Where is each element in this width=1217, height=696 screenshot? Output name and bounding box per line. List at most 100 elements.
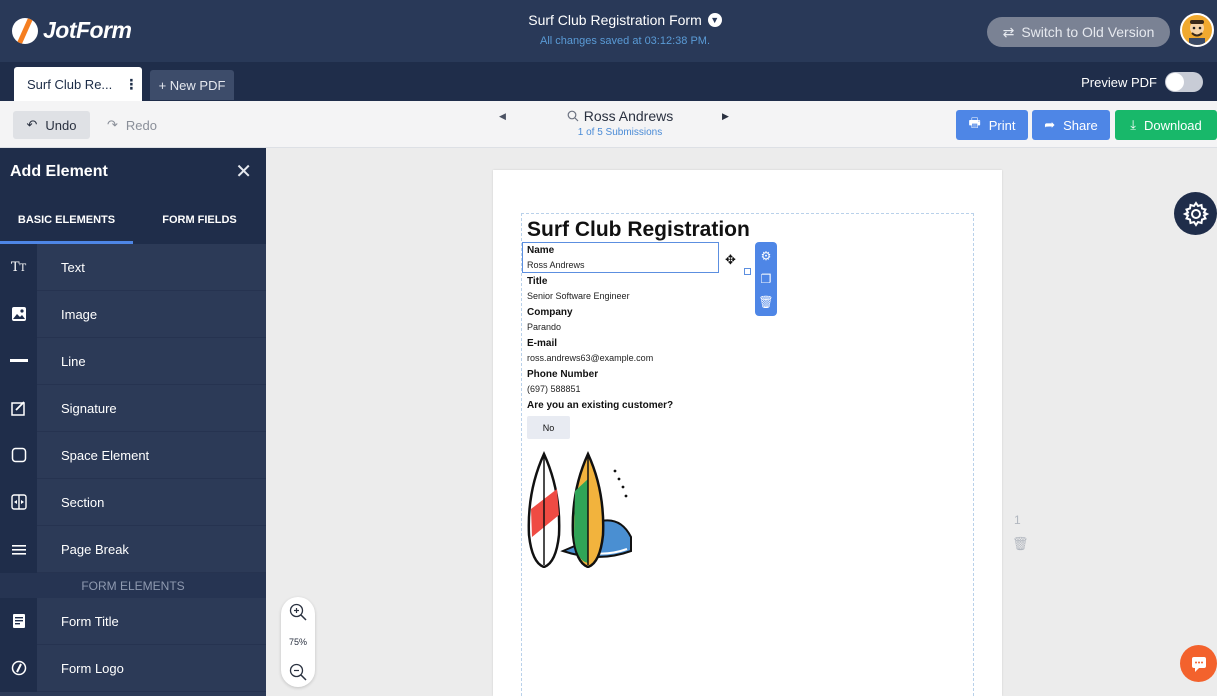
chat-icon [1191,656,1206,672]
undo-icon: ↶ [26,117,38,132]
tab-label: Surf Club Re... [27,76,113,92]
page-number: 1 [1014,513,1021,527]
preview-pdf-control: Preview PDF [1081,72,1203,92]
delete-page-icon[interactable]: 🗑 [1012,536,1029,552]
pdf-page: Surf Club Registration Name Ross Andrews… [493,170,1002,696]
chat-support-button[interactable] [1180,645,1217,682]
document-tab-row: Surf Club Re... ⋮ + New PDF Preview PDF [0,62,1217,101]
resize-handle[interactable] [744,268,751,275]
share-arrow-icon: ➦ [1044,117,1056,132]
preview-label: Preview PDF [1081,74,1157,90]
active-tab-indicator [0,241,133,244]
text-icon: TT [0,243,37,291]
field-value: Parando [527,322,562,332]
switch-label: Switch to Old Version [1021,24,1155,40]
gear-icon [1182,200,1209,227]
zoom-level: 75% [288,637,307,647]
trash-icon[interactable]: 🗑 [758,295,773,309]
field-label: Name [527,245,555,256]
panel-header: Add Element ✕ [0,148,266,195]
panel-title: Add Element [10,162,108,180]
question-label: Are you an existing customer? [527,400,674,411]
jotform-logo[interactable]: JotForm [12,17,132,44]
element-tools: ⚙ ❐ 🗑 [755,242,777,316]
element-label: Form Logo [61,660,124,676]
chevron-down-icon: ▼ [707,13,722,27]
share-label: Share [1063,117,1098,133]
section-icon [0,478,37,526]
field-label: Company [527,307,573,318]
next-submission-icon[interactable]: ▶ [722,111,729,122]
gear-icon[interactable]: ⚙ [761,249,772,263]
element-label: Space Element [61,447,150,463]
element-space[interactable]: Space Element [0,431,266,479]
form-title-dropdown[interactable]: Surf Club Registration Form ▼ [528,12,722,28]
settings-button[interactable] [1174,192,1217,235]
element-section[interactable]: Section [0,478,266,526]
tab-surf-club[interactable]: Surf Club Re... ⋮ [14,67,142,101]
element-page-break[interactable]: Page Break [0,525,266,573]
add-element-panel: Add Element ✕ BASIC ELEMENTS FORM FIELDS… [0,148,266,696]
field-label: Title [527,276,548,287]
print-button[interactable]: 🖶 Print [956,110,1028,140]
element-form-title[interactable]: Form Title [0,597,266,645]
element-text[interactable]: TT Text [0,243,266,291]
element-label: Form Title [61,613,119,629]
element-label: Page Break [61,541,129,557]
logo-text: JotForm [43,17,132,43]
field-value: ross.andrews63@example.com [527,353,654,363]
submission-selector[interactable]: Ross Andrews 1 of 5 Submissions [545,108,695,138]
answer-value: No [527,416,570,439]
preview-toggle[interactable] [1165,72,1203,92]
duplicate-icon[interactable]: ❐ [761,272,772,286]
move-icon[interactable]: ✥ [725,252,736,268]
download-label: Download [1143,117,1202,133]
zoom-control: 75% [281,597,315,687]
line-icon [0,337,37,385]
close-icon[interactable]: ✕ [235,159,252,184]
switch-old-version-button[interactable]: ⇄ Switch to Old Version [987,17,1170,47]
surfboards-image[interactable] [523,451,635,568]
print-label: Print [988,117,1016,133]
element-line[interactable]: Line [0,337,266,385]
submission-count: 1 of 5 Submissions [577,127,663,138]
element-label: Signature [61,400,117,416]
element-image[interactable]: Image [0,290,266,338]
element-signature[interactable]: Signature [0,384,266,432]
form-logo-icon [0,644,37,692]
element-label: Text [61,259,85,275]
zoom-in-icon[interactable] [289,603,307,621]
space-icon [0,431,37,479]
undo-button[interactable]: ↶ Undo [13,111,90,139]
redo-label: Redo [125,117,157,133]
panel-tabs: BASIC ELEMENTS FORM FIELDS [0,195,266,244]
redo-button[interactable]: ↷ Redo [107,111,157,139]
tab-form-fields[interactable]: FORM FIELDS [133,195,266,244]
avatar[interactable] [1180,13,1214,47]
undo-label: Undo [45,117,77,133]
more-vertical-icon[interactable]: ⋮ [124,76,138,93]
avatar-face-icon [1189,20,1205,45]
share-button[interactable]: ➦ Share [1032,110,1110,140]
form-title-icon [0,597,37,645]
field-label: Phone Number [527,369,599,380]
tab-basic-elements[interactable]: BASIC ELEMENTS [0,195,133,244]
save-status: All changes saved at 03:12:38 PM. [540,35,710,47]
element-label: Line [61,353,86,369]
previous-submission-icon[interactable]: ◀ [499,111,506,122]
form-elements-heading: FORM ELEMENTS [0,573,266,598]
zoom-out-icon[interactable] [289,663,307,681]
field-value: Senior Software Engineer [527,291,630,301]
download-button[interactable]: ⤓ Download [1115,110,1217,140]
form-heading[interactable]: Surf Club Registration [527,218,750,242]
signature-icon [0,384,37,432]
swap-arrows-icon: ⇄ [1002,23,1015,40]
image-icon [0,290,37,338]
page-break-icon [0,525,37,573]
new-pdf-button[interactable]: + New PDF [150,70,234,100]
form-title-area: Surf Club Registration Form ▼ All change… [420,12,830,47]
submission-name: Ross Andrews [583,108,674,124]
element-label: Image [61,306,98,322]
search-icon [567,110,579,122]
element-form-logo[interactable]: Form Logo [0,644,266,692]
